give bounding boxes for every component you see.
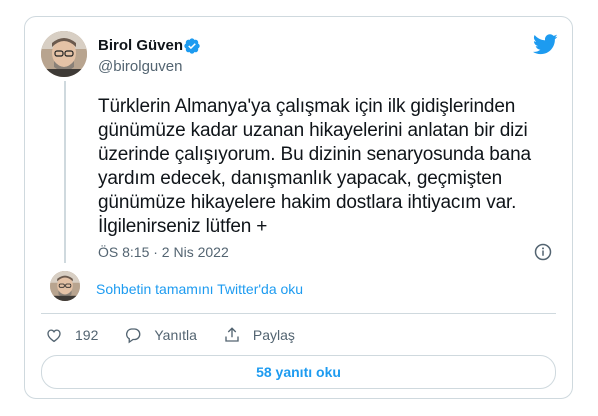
tweet-actions: 192 Yanıtla Paylaş	[45, 324, 321, 346]
author-handle[interactable]: @birolguven	[98, 58, 182, 75]
read-full-thread-link[interactable]: Sohbetin tamamını Twitter'da oku	[96, 281, 303, 297]
thread-avatar[interactable]	[50, 271, 80, 301]
verified-badge-icon	[183, 37, 201, 55]
thread-connector-line	[64, 81, 66, 263]
share-button[interactable]: Paylaş	[223, 326, 295, 344]
twitter-bird-icon[interactable]	[532, 34, 558, 55]
info-icon[interactable]	[534, 243, 552, 261]
reply-label: Yanıtla	[154, 327, 197, 343]
tweet-text: Türklerin Almanya'ya çalışmak için ilk g…	[98, 96, 531, 237]
embedded-tweet-card: Birol Güven @birolguven Türklerin Almany…	[24, 16, 573, 399]
heart-icon	[47, 329, 61, 343]
share-icon	[225, 327, 239, 342]
divider	[41, 313, 556, 314]
reply-button[interactable]: Yanıtla	[124, 326, 197, 344]
reply-icon	[126, 328, 141, 344]
author-avatar[interactable]	[41, 31, 87, 77]
tweet-timestamp[interactable]: ÖS 8:15 · 2 Nis 2022	[98, 244, 229, 260]
like-count: 192	[75, 327, 99, 343]
share-label: Paylaş	[252, 327, 295, 343]
read-replies-button[interactable]: 58 yanıtı oku	[41, 355, 556, 389]
like-button[interactable]: 192	[45, 326, 98, 344]
author-name[interactable]: Birol Güven	[98, 37, 183, 54]
